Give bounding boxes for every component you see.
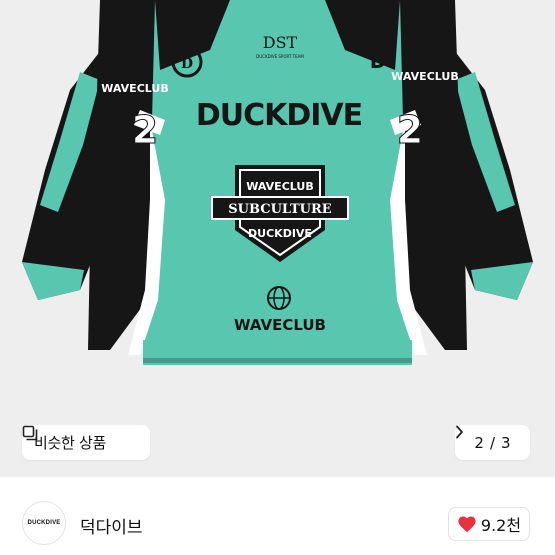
- left-sleeve-number: 2: [132, 108, 158, 152]
- crest-middle-text: SUBCULTURE: [228, 202, 332, 217]
- right-sleeve-club: WAVECLUB: [391, 70, 458, 83]
- seller-logo-text: DUCKDIVE: [27, 520, 61, 526]
- similar-items-button[interactable]: 비슷한 상품: [22, 425, 150, 460]
- pager-separator: /: [489, 433, 496, 452]
- jersey-illustration: DST DUCKDIVE SPORT TEAM D D DUCKDIVE WAV…: [22, 0, 533, 365]
- left-sleeve-club: WAVECLUB: [101, 82, 168, 95]
- seller-name[interactable]: 덕다이브: [80, 513, 143, 538]
- similar-items-icon: [22, 425, 38, 441]
- bottom-club-text: WAVECLUB: [234, 316, 326, 334]
- similar-items-label: 비슷한 상품: [34, 434, 106, 452]
- svg-text:D: D: [181, 56, 193, 72]
- seller-bar: DUCKDIVE 덕다이브 9.2천: [0, 476, 555, 555]
- crest-top-text: WAVECLUB: [246, 180, 313, 193]
- like-button[interactable]: 9.2천: [448, 507, 530, 541]
- image-pager[interactable]: 2 / 3: [455, 425, 530, 460]
- pager-current: 2: [474, 433, 484, 452]
- product-image[interactable]: DST DUCKDIVE SPORT TEAM D D DUCKDIVE WAV…: [0, 0, 555, 476]
- chest-title-text: DUCKDIVE: [196, 98, 362, 133]
- seller-avatar[interactable]: DUCKDIVE: [22, 501, 66, 545]
- pager-total: 3: [501, 433, 511, 452]
- svg-text:D: D: [370, 49, 387, 73]
- crest-bottom-text: DUCKDIVE: [248, 227, 312, 240]
- like-count: 9.2천: [480, 516, 522, 535]
- heart-icon: [458, 516, 476, 533]
- right-sleeve-number: 2: [397, 108, 423, 152]
- svg-text:DUCKDIVE SPORT TEAM: DUCKDIVE SPORT TEAM: [256, 54, 304, 59]
- chevron-right-icon: [456, 425, 463, 439]
- collar-brand-text: DST: [263, 33, 298, 52]
